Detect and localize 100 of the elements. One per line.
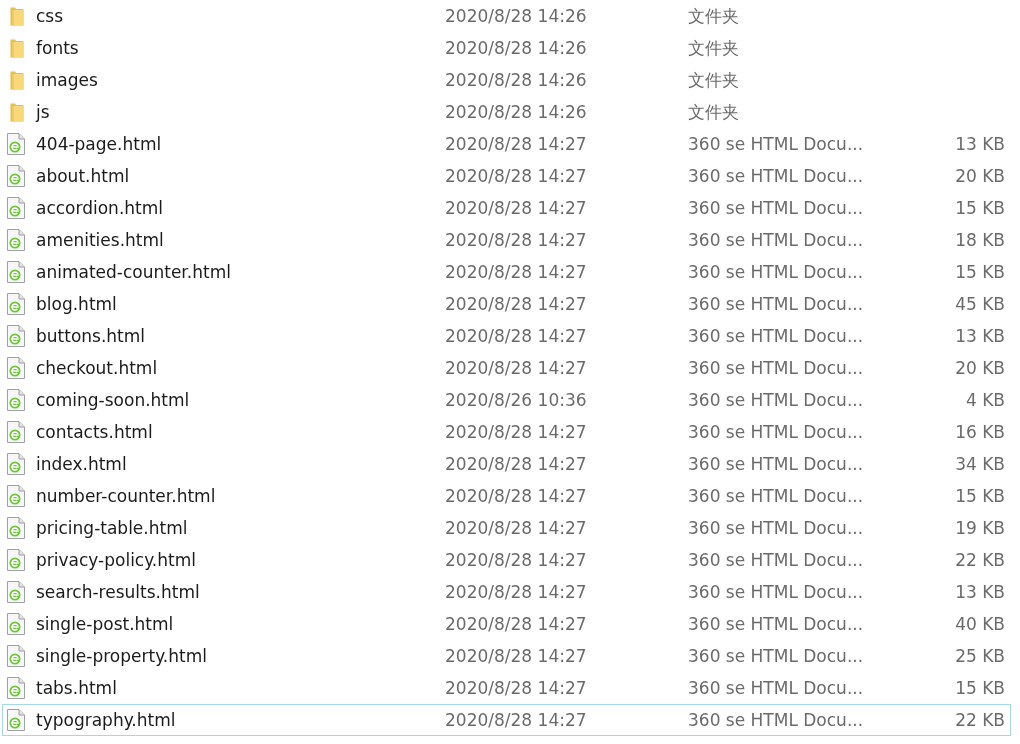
file-type: 360 se HTML Docu... xyxy=(688,710,864,730)
file-size: 15 KB xyxy=(955,198,1005,218)
modified-date: 2020/8/28 14:26 xyxy=(445,38,587,58)
file-size: 20 KB xyxy=(955,358,1005,378)
document-icon xyxy=(7,197,25,219)
modified-date: 2020/8/28 14:27 xyxy=(445,422,587,442)
modified-date: 2020/8/28 14:27 xyxy=(445,518,587,538)
modified-date: 2020/8/28 14:27 xyxy=(445,326,587,346)
document-icon xyxy=(7,677,25,699)
file-name: index.html xyxy=(36,454,127,474)
file-size: 19 KB xyxy=(955,518,1005,538)
file-type: 360 se HTML Docu... xyxy=(688,326,864,346)
file-size: 13 KB xyxy=(955,582,1005,602)
file-size: 4 KB xyxy=(965,390,1005,410)
modified-date: 2020/8/28 14:27 xyxy=(445,550,587,570)
modified-date: 2020/8/28 14:27 xyxy=(445,134,587,154)
modified-date: 2020/8/28 14:27 xyxy=(445,646,587,666)
file-size: 45 KB xyxy=(955,294,1005,314)
file-type: 360 se HTML Docu... xyxy=(688,678,864,698)
file-name: accordion.html xyxy=(36,198,164,218)
file-type: 360 se HTML Docu... xyxy=(688,518,864,538)
modified-date: 2020/8/28 14:26 xyxy=(445,6,587,26)
document-icon xyxy=(7,293,25,315)
document-icon xyxy=(7,357,25,379)
folder-icon xyxy=(10,102,24,122)
modified-date: 2020/8/28 14:27 xyxy=(445,166,587,186)
file-name: tabs.html xyxy=(36,678,117,698)
document-icon xyxy=(7,261,25,283)
file-type: 文件夹 xyxy=(688,68,739,92)
document-icon xyxy=(7,485,25,507)
document-icon xyxy=(7,229,25,251)
modified-date: 2020/8/28 14:27 xyxy=(445,678,587,698)
file-type: 360 se HTML Docu... xyxy=(688,230,864,250)
folder-icon xyxy=(10,38,24,58)
file-size: 18 KB xyxy=(955,230,1005,250)
file-name: amenities.html xyxy=(36,230,164,250)
file-name: 404-page.html xyxy=(36,134,162,154)
file-size: 15 KB xyxy=(955,486,1005,506)
file-name: animated-counter.html xyxy=(36,262,231,282)
modified-date: 2020/8/28 14:27 xyxy=(445,454,587,474)
document-icon xyxy=(7,517,25,539)
file-type: 文件夹 xyxy=(688,4,739,28)
file-name: typography.html xyxy=(36,710,176,730)
file-type: 360 se HTML Docu... xyxy=(688,134,864,154)
file-name: css xyxy=(36,6,64,26)
file-type: 360 se HTML Docu... xyxy=(688,390,864,410)
file-name: privacy-policy.html xyxy=(36,550,196,570)
file-type: 文件夹 xyxy=(688,36,739,60)
file-name: contacts.html xyxy=(36,422,153,442)
file-name: search-results.html xyxy=(36,582,200,602)
file-type: 360 se HTML Docu... xyxy=(688,262,864,282)
file-name: buttons.html xyxy=(36,326,146,346)
file-type: 360 se HTML Docu... xyxy=(688,358,864,378)
modified-date: 2020/8/28 14:27 xyxy=(445,710,587,730)
modified-date: 2020/8/28 14:27 xyxy=(445,358,587,378)
focused-row[interactable]: typography.html 2020/8/28 14:27 360 se HTML Docu... 22 KB xyxy=(2,704,1011,736)
file-size: 34 KB xyxy=(955,454,1005,474)
document-icon xyxy=(7,165,25,187)
file-name: checkout.html xyxy=(36,358,158,378)
document-icon xyxy=(7,421,25,443)
file-type: 360 se HTML Docu... xyxy=(688,198,864,218)
modified-date: 2020/8/28 14:27 xyxy=(445,198,587,218)
file-size: 25 KB xyxy=(955,646,1005,666)
file-name: single-post.html xyxy=(36,614,174,634)
file-type: 360 se HTML Docu... xyxy=(688,454,864,474)
file-size: 40 KB xyxy=(955,614,1005,634)
modified-date: 2020/8/28 14:27 xyxy=(445,230,587,250)
file-type: 文件夹 xyxy=(688,100,739,124)
file-type: 360 se HTML Docu... xyxy=(688,294,864,314)
modified-date: 2020/8/28 14:27 xyxy=(445,486,587,506)
document-icon xyxy=(7,709,25,731)
file-size: 15 KB xyxy=(955,678,1005,698)
file-type: 360 se HTML Docu... xyxy=(688,422,864,442)
file-name: pricing-table.html xyxy=(36,518,188,538)
file-size: 16 KB xyxy=(955,422,1005,442)
modified-date: 2020/8/28 14:26 xyxy=(445,70,587,90)
file-type: 360 se HTML Docu... xyxy=(688,614,864,634)
document-icon xyxy=(7,389,25,411)
modified-date: 2020/8/28 14:27 xyxy=(445,294,587,314)
file-name: about.html xyxy=(36,166,130,186)
file-size: 13 KB xyxy=(955,326,1005,346)
modified-date: 2020/8/26 10:36 xyxy=(445,390,587,410)
file-size: 22 KB xyxy=(955,710,1005,730)
file-size: 15 KB xyxy=(955,262,1005,282)
file-type: 360 se HTML Docu... xyxy=(688,646,864,666)
file-type: 360 se HTML Docu... xyxy=(688,166,864,186)
file-size: 13 KB xyxy=(955,134,1005,154)
file-type: 360 se HTML Docu... xyxy=(688,486,864,506)
document-icon xyxy=(7,581,25,603)
file-name: number-counter.html xyxy=(36,486,216,506)
modified-date: 2020/8/28 14:27 xyxy=(445,582,587,602)
folder-icon xyxy=(10,6,24,26)
folder-icon xyxy=(10,70,24,90)
file-name: js xyxy=(36,102,50,122)
document-icon xyxy=(7,613,25,635)
document-icon xyxy=(7,645,25,667)
file-size: 20 KB xyxy=(955,166,1005,186)
file-name: single-property.html xyxy=(36,646,207,666)
file-name: blog.html xyxy=(36,294,117,314)
file-name: images xyxy=(36,70,98,90)
